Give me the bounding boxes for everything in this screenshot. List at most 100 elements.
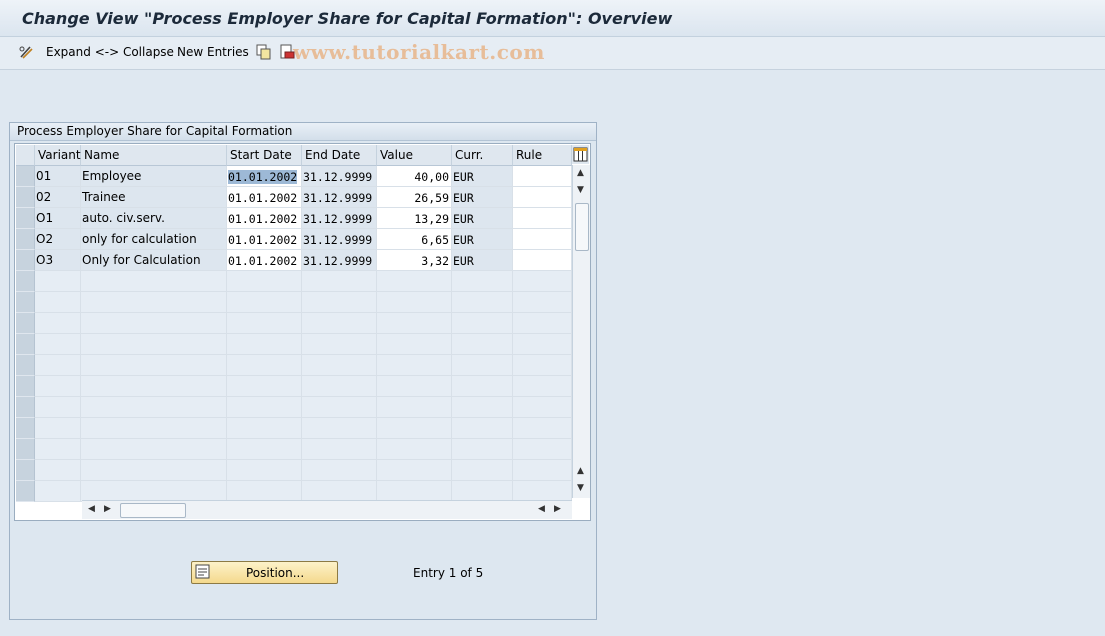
start-date-cell[interactable]: 01.01.2002	[227, 187, 302, 208]
start-date-cell[interactable]: 01.01.2002	[227, 229, 302, 250]
column-header-name[interactable]: Name	[81, 145, 227, 166]
end-date-cell	[302, 439, 377, 460]
name-cell	[81, 271, 227, 292]
row-selector[interactable]	[16, 208, 35, 229]
rule-cell	[513, 271, 572, 292]
rule-cell	[513, 313, 572, 334]
table-settings-button[interactable]	[572, 145, 589, 164]
horizontal-scroll-thumb[interactable]	[120, 503, 186, 518]
name-cell: Employee	[81, 166, 227, 187]
row-selector[interactable]	[16, 166, 35, 187]
variant-cell: O1	[35, 208, 81, 229]
value-cell[interactable]: 40,00	[377, 166, 452, 187]
variant-cell	[35, 460, 81, 481]
end-date-cell	[302, 376, 377, 397]
column-header-start-date[interactable]: Start Date	[227, 145, 302, 166]
column-header-currency[interactable]: Curr.	[452, 145, 513, 166]
rule-cell[interactable]	[513, 208, 572, 229]
copy-icon[interactable]	[256, 44, 272, 60]
scroll-down-icon[interactable]: ▼	[577, 185, 584, 195]
row-selector[interactable]	[16, 271, 35, 292]
scroll-left-icon[interactable]: ◀	[88, 504, 95, 514]
scroll-page-right-icon[interactable]: ▶	[554, 504, 561, 514]
row-selector[interactable]	[16, 355, 35, 376]
watermark-text: www.tutorialkart.com	[293, 40, 545, 64]
variant-cell	[35, 355, 81, 376]
end-date-cell	[302, 271, 377, 292]
scroll-page-down-icon[interactable]: ▼	[577, 483, 584, 493]
start-date-cell	[227, 271, 302, 292]
row-selector[interactable]	[16, 187, 35, 208]
rule-cell	[513, 460, 572, 481]
scroll-up-icon[interactable]: ▲	[577, 168, 584, 178]
row-selector[interactable]	[16, 397, 35, 418]
row-selector[interactable]	[16, 439, 35, 460]
currency-cell	[452, 334, 513, 355]
row-selector[interactable]	[16, 229, 35, 250]
new-entries-button[interactable]: New Entries	[177, 45, 249, 59]
variant-cell	[35, 376, 81, 397]
end-date-cell: 31.12.9999	[302, 229, 377, 250]
start-date-cell	[227, 313, 302, 334]
column-header-rule[interactable]: Rule	[513, 145, 572, 166]
name-cell	[81, 376, 227, 397]
currency-cell	[452, 418, 513, 439]
entry-counter: Entry 1 of 5	[413, 566, 484, 580]
row-selector[interactable]	[16, 418, 35, 439]
currency-cell	[452, 481, 513, 502]
value-cell[interactable]: 6,65	[377, 229, 452, 250]
expand-collapse-button[interactable]: Expand <-> Collapse	[46, 45, 174, 59]
start-date-cell	[227, 397, 302, 418]
currency-cell	[452, 271, 513, 292]
column-header-value[interactable]: Value	[377, 145, 452, 166]
position-button[interactable]: Position...	[191, 561, 338, 584]
value-cell[interactable]: 26,59	[377, 187, 452, 208]
currency-cell	[452, 355, 513, 376]
select-all-header[interactable]	[16, 145, 35, 166]
variant-cell: O2	[35, 229, 81, 250]
value-cell	[377, 481, 452, 502]
vertical-scroll-thumb[interactable]	[575, 203, 589, 251]
row-selector[interactable]	[16, 481, 35, 502]
scroll-page-up-icon[interactable]: ▲	[577, 466, 584, 476]
name-cell	[81, 334, 227, 355]
column-header-variant[interactable]: Variant	[35, 145, 81, 166]
horizontal-scrollbar[interactable]: ◀ ▶ ◀ ▶	[82, 500, 572, 519]
currency-cell: EUR	[452, 229, 513, 250]
scroll-right-icon[interactable]: ▶	[104, 504, 111, 514]
variant-cell	[35, 292, 81, 313]
row-selector[interactable]	[16, 376, 35, 397]
end-date-cell	[302, 355, 377, 376]
name-cell: only for calculation	[81, 229, 227, 250]
currency-cell	[452, 376, 513, 397]
scroll-page-left-icon[interactable]: ◀	[538, 504, 545, 514]
row-selector[interactable]	[16, 334, 35, 355]
pencil-glasses-icon[interactable]	[18, 44, 34, 60]
start-date-cell[interactable]: 01.01.2002	[227, 250, 302, 271]
rule-cell	[513, 355, 572, 376]
rule-cell	[513, 397, 572, 418]
row-selector[interactable]	[16, 313, 35, 334]
rule-cell[interactable]	[513, 166, 572, 187]
start-date-cell[interactable]: 01.01.2002	[227, 208, 302, 229]
row-selector[interactable]	[16, 292, 35, 313]
start-date-cell[interactable]: 01.01.2002	[227, 166, 302, 187]
table-settings-icon	[573, 147, 588, 162]
value-cell	[377, 418, 452, 439]
rule-cell[interactable]	[513, 229, 572, 250]
end-date-cell	[302, 313, 377, 334]
currency-cell	[452, 460, 513, 481]
rule-cell[interactable]	[513, 250, 572, 271]
rule-cell[interactable]	[513, 187, 572, 208]
value-cell[interactable]: 13,29	[377, 208, 452, 229]
row-selector[interactable]	[16, 250, 35, 271]
name-cell	[81, 481, 227, 502]
name-cell	[81, 397, 227, 418]
value-cell[interactable]: 3,32	[377, 250, 452, 271]
row-selector[interactable]	[16, 460, 35, 481]
start-date-cell	[227, 481, 302, 502]
entries-table: Variant Name Start Date End Date Value C…	[14, 143, 591, 521]
vertical-scrollbar[interactable]: ▲ ▼ ▲ ▼	[572, 165, 590, 498]
column-header-end-date[interactable]: End Date	[302, 145, 377, 166]
name-cell	[81, 355, 227, 376]
